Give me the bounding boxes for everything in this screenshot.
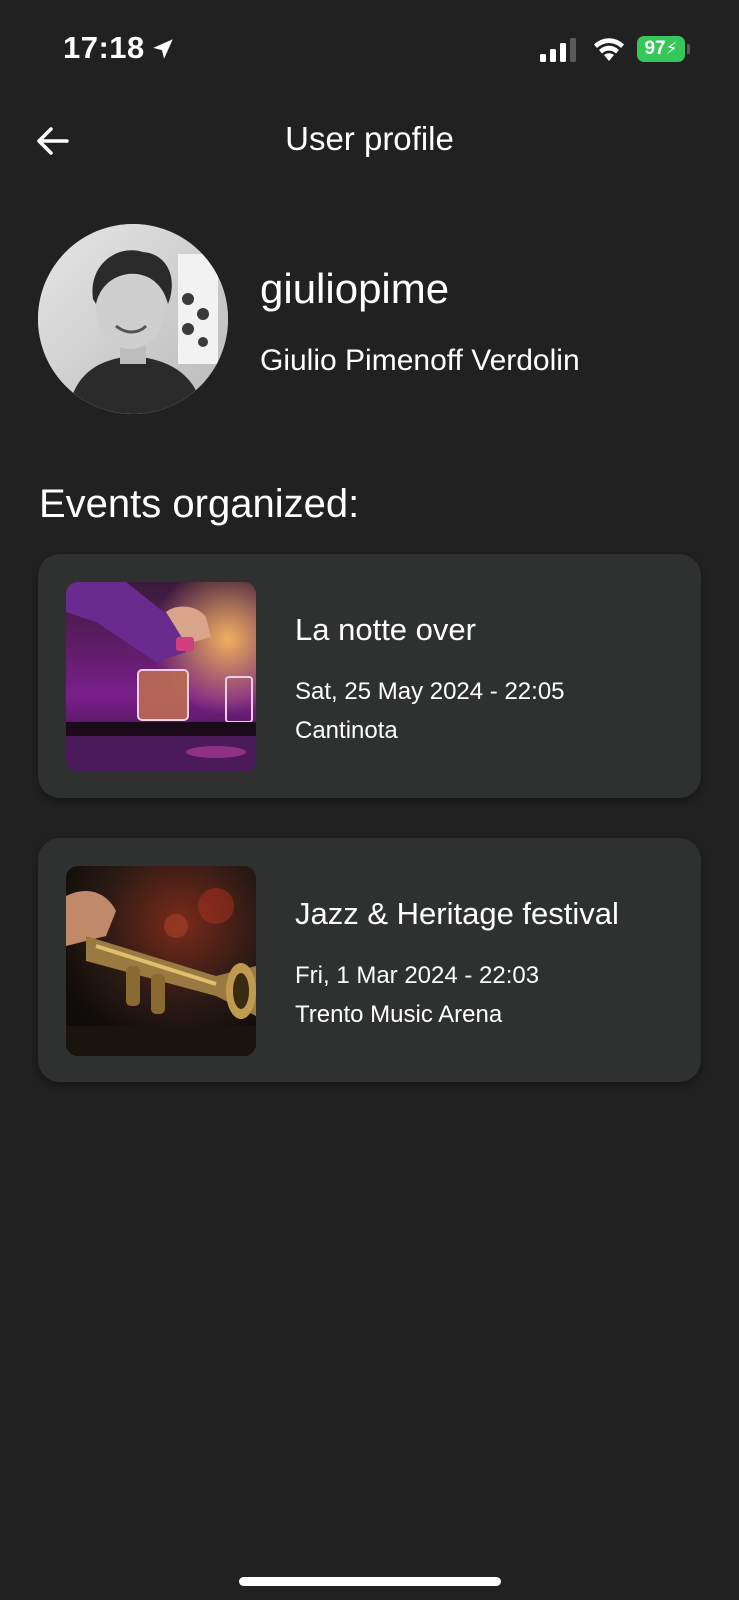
bartender-cocktail-photo — [66, 582, 256, 772]
event-image — [66, 866, 256, 1056]
events-section-title: Events organized: — [39, 482, 360, 526]
event-name: La notte over — [295, 612, 476, 647]
page-title: User profile — [285, 120, 454, 157]
battery-level: 97⚡ — [637, 36, 685, 62]
full-name: Giulio Pimenoff Verdolin — [260, 344, 580, 377]
status-time: 17:18 — [63, 30, 145, 65]
battery-cap — [687, 44, 690, 54]
event-venue: Cantinota — [295, 717, 398, 744]
event-venue: Trento Music Arena — [295, 1001, 503, 1028]
event-card[interactable]: La notte over Sat, 25 May 2024 - 22:05 C… — [38, 554, 701, 798]
status-bar: 17:18 97⚡ — [0, 0, 739, 90]
battery-charging-icon: 97⚡ — [637, 36, 690, 62]
home-indicator[interactable] — [239, 1577, 501, 1586]
location-arrow-icon — [153, 39, 173, 59]
username: giuliopime — [260, 265, 450, 312]
cellular-signal-icon — [540, 38, 576, 62]
event-name: Jazz & Heritage festival — [295, 896, 619, 931]
wifi-icon — [594, 38, 624, 61]
event-date: Fri, 1 Mar 2024 - 22:03 — [295, 962, 540, 989]
battery-percentage: 97 — [644, 38, 666, 59]
event-date: Sat, 25 May 2024 - 22:05 — [295, 678, 565, 705]
user-avatar-photo — [38, 224, 228, 414]
event-card[interactable]: Jazz & Heritage festival Fri, 1 Mar 2024… — [38, 838, 701, 1082]
avatar — [38, 224, 228, 414]
charging-bolt-icon: ⚡ — [665, 39, 678, 58]
trumpet-player-photo — [66, 866, 256, 1056]
event-image — [66, 582, 256, 772]
